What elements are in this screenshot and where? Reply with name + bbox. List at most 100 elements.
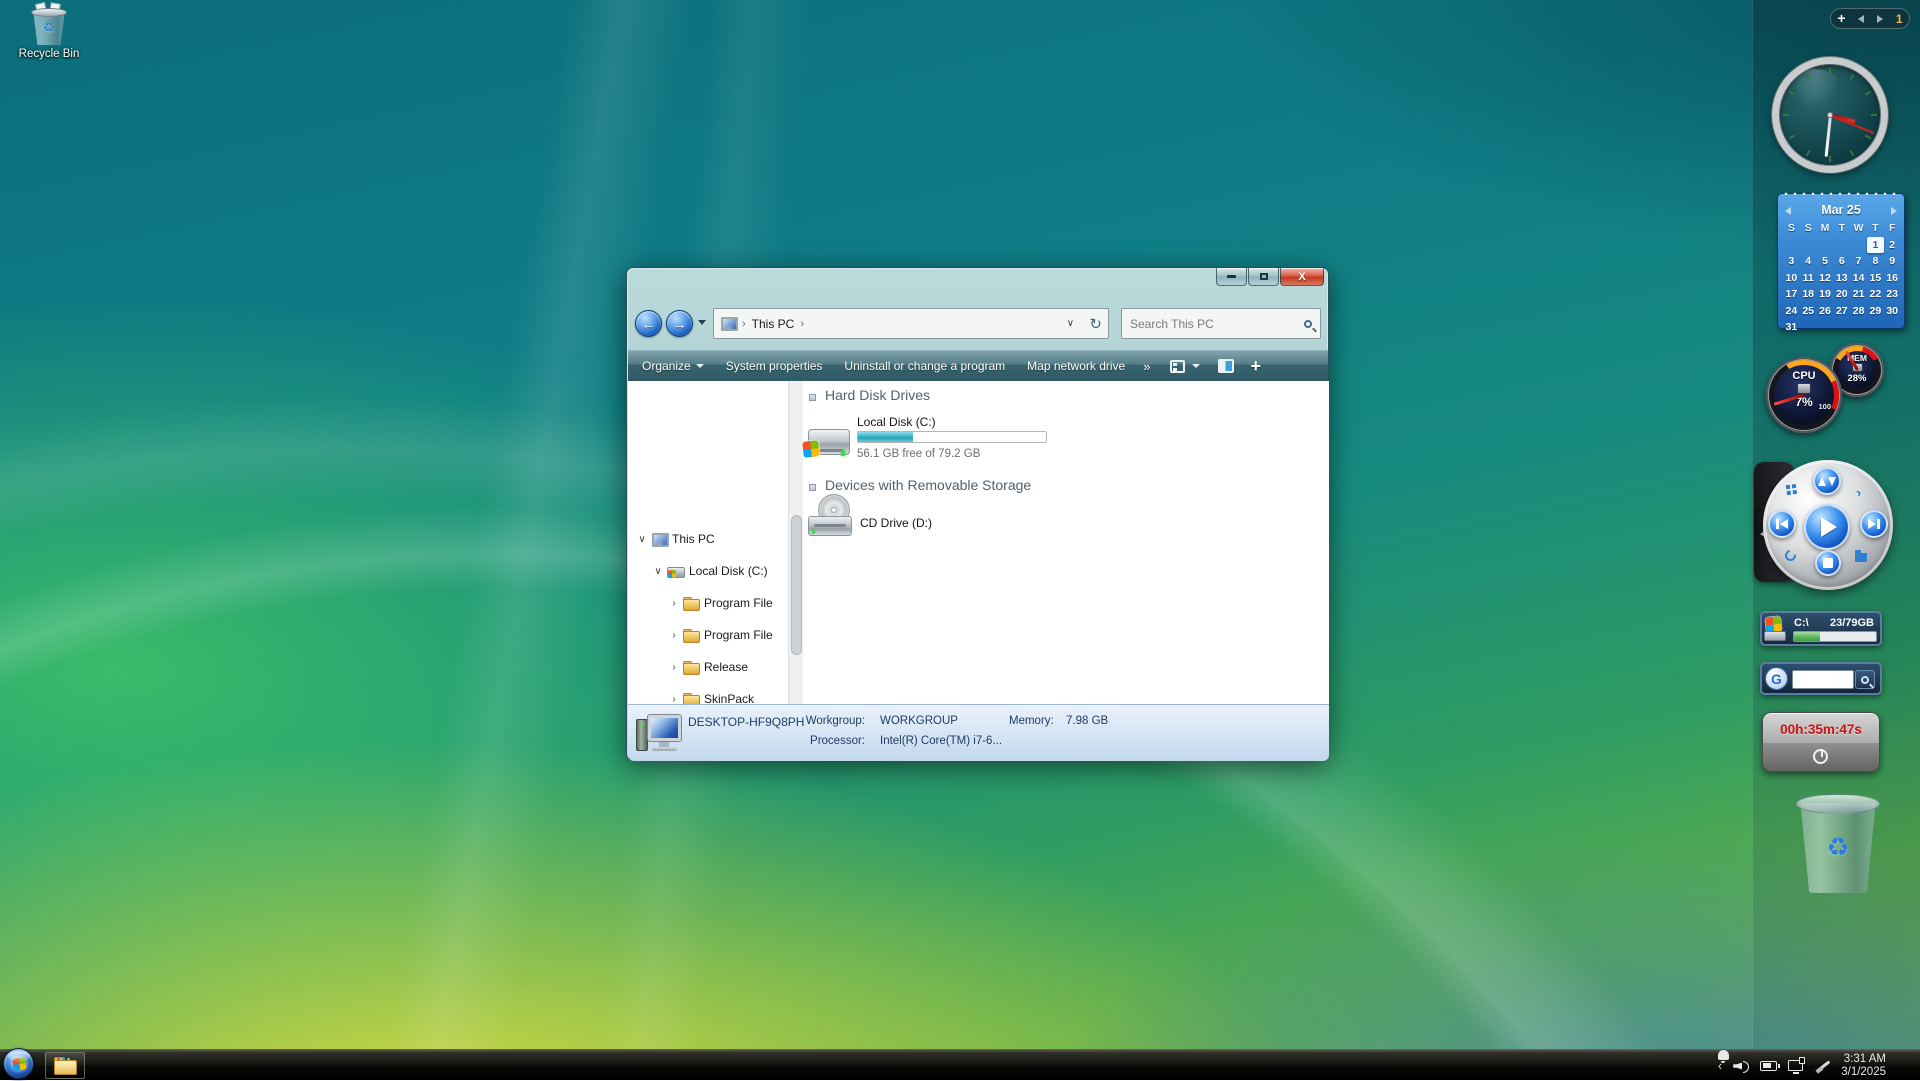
- clock-pivot: [1827, 112, 1833, 118]
- cpu-gauge-gadget[interactable]: CPU 7% 100: [1766, 357, 1842, 433]
- group-collapse-icon[interactable]: [809, 484, 816, 491]
- prev-page-icon[interactable]: [1858, 15, 1864, 23]
- power-icon[interactable]: [1813, 749, 1828, 764]
- scrollbar-thumb[interactable]: [791, 515, 802, 655]
- playlist-grid-icon[interactable]: [1786, 485, 1791, 490]
- calendar-day: 7: [1850, 253, 1867, 270]
- local-disk-icon[interactable]: [804, 423, 852, 465]
- memory-label: Memory:: [1009, 715, 1054, 727]
- pen-slash-icon[interactable]: [1814, 1059, 1830, 1073]
- cd-drive-icon[interactable]: [806, 494, 854, 540]
- taskbar-file-explorer-button[interactable]: [45, 1052, 85, 1079]
- minimize-button[interactable]: [1216, 268, 1247, 286]
- drive-name[interactable]: Local Disk (C:): [857, 415, 936, 429]
- drive-free-space: 56.1 GB free of 79.2 GB: [857, 448, 980, 460]
- group-header-hdd[interactable]: Hard Disk Drives: [825, 387, 930, 403]
- tree-item-release[interactable]: › Release: [668, 656, 748, 678]
- taskbar-clock[interactable]: 3:31 AM 3/1/2025: [1841, 1053, 1886, 1079]
- desktop-icon-recycle-bin[interactable]: ♻ Recycle Bin: [10, 6, 88, 60]
- next-track-button[interactable]: [1860, 510, 1888, 538]
- expander-icon[interactable]: ›: [668, 630, 680, 641]
- expander-icon[interactable]: ›: [668, 694, 680, 705]
- start-button[interactable]: [3, 1048, 34, 1079]
- address-dropdown-icon[interactable]: ∨: [1064, 318, 1076, 329]
- previous-track-button[interactable]: [1768, 510, 1796, 538]
- expander-icon[interactable]: ›: [668, 662, 680, 673]
- system-properties-button[interactable]: System properties: [726, 359, 823, 373]
- repeat-icon[interactable]: [1783, 548, 1798, 563]
- crumb-separator[interactable]: ›: [800, 318, 804, 330]
- shuffle-button[interactable]: [1813, 467, 1841, 495]
- page-number: 1: [1896, 12, 1903, 26]
- tree-scrollbar[interactable]: [788, 381, 803, 704]
- open-folder-icon[interactable]: [1855, 553, 1867, 562]
- group-collapse-icon[interactable]: [809, 394, 816, 401]
- refresh-icon[interactable]: ↻: [1089, 315, 1102, 333]
- display-network-icon[interactable]: [1788, 1060, 1803, 1071]
- play-button[interactable]: [1804, 504, 1850, 550]
- help-button[interactable]: +: [1250, 356, 1261, 377]
- calendar-day: [1833, 319, 1850, 336]
- address-bar[interactable]: › This PC › ∨ ↻: [713, 308, 1109, 339]
- tree-item-program-files[interactable]: › Program File: [668, 592, 773, 614]
- drive-usage: 23/79GB: [1830, 617, 1874, 629]
- group-header-removable[interactable]: Devices with Removable Storage: [825, 477, 1031, 493]
- recycle-bin-gadget[interactable]: ♻: [1794, 790, 1882, 896]
- change-view-button[interactable]: [1170, 360, 1185, 373]
- calendar-day: 13: [1833, 270, 1850, 287]
- tree-label: Program File: [704, 628, 773, 642]
- breadcrumb[interactable]: This PC: [752, 317, 795, 331]
- tree-item-skinpack[interactable]: › SkinPack: [668, 688, 754, 704]
- history-dropdown-icon[interactable]: [698, 320, 706, 325]
- maximize-button[interactable]: [1248, 268, 1279, 286]
- mem-value: 28%: [1847, 373, 1866, 384]
- map-network-drive-button[interactable]: Map network drive: [1027, 359, 1125, 373]
- battery-icon[interactable]: [1760, 1061, 1777, 1071]
- calendar-gadget[interactable]: Mar 25 S S M T W T F 1 2 3 4 5 6 7 8 9 1…: [1777, 193, 1905, 329]
- media-control-gadget[interactable]: ›: [1763, 460, 1893, 590]
- timer-gadget[interactable]: 00h:35m:47s: [1762, 712, 1880, 772]
- tree-item-local-disk[interactable]: ∨ Local Disk (C:): [652, 560, 768, 582]
- next-page-icon[interactable]: [1877, 15, 1883, 23]
- expander-icon[interactable]: ∨: [636, 534, 648, 545]
- cd-drive-name[interactable]: CD Drive (D:): [860, 516, 932, 530]
- computer-icon: [636, 711, 684, 757]
- day-header: M: [1817, 220, 1834, 237]
- calendar-day: [1817, 237, 1834, 254]
- search-box[interactable]: [1121, 308, 1321, 339]
- calendar-day: 3: [1783, 253, 1800, 270]
- close-icon: X: [1298, 271, 1305, 283]
- gadget-search-button[interactable]: [1855, 670, 1875, 689]
- orb-gloss: [8, 1051, 30, 1062]
- uninstall-program-button[interactable]: Uninstall or change a program: [844, 359, 1005, 373]
- window-body: ∨ This PC ∨ Local Disk (C:) › Program Fi…: [628, 381, 1329, 704]
- volume-icon[interactable]: [1733, 1060, 1749, 1072]
- tree-item-program-files-x86[interactable]: › Program File: [668, 624, 773, 646]
- drive-meter-gadget[interactable]: C:\ 23/79GB: [1760, 611, 1882, 646]
- calendar-day-selected[interactable]: 1: [1867, 237, 1884, 254]
- expander-icon[interactable]: ∨: [652, 566, 664, 577]
- view-dropdown-icon[interactable]: [1192, 364, 1200, 368]
- close-button[interactable]: X: [1280, 268, 1324, 286]
- stop-button[interactable]: [1815, 550, 1841, 576]
- gadget-search-input[interactable]: [1792, 670, 1854, 689]
- day-header: T: [1867, 220, 1884, 237]
- computer-icon: [651, 533, 667, 546]
- toolbar-overflow-button[interactable]: »: [1143, 359, 1150, 374]
- back-button[interactable]: ←: [635, 310, 662, 337]
- preview-pane-button[interactable]: [1218, 359, 1234, 373]
- eject-arrow-icon[interactable]: ›: [1853, 484, 1863, 501]
- calendar-day: 5: [1817, 253, 1834, 270]
- search-input[interactable]: [1130, 317, 1304, 331]
- search-gadget[interactable]: G: [1760, 662, 1882, 695]
- organize-button[interactable]: Organize: [642, 359, 704, 373]
- forward-button[interactable]: →: [666, 310, 693, 337]
- notifications-bell-icon[interactable]: [1898, 1059, 1910, 1072]
- magnifier-icon: [1861, 676, 1869, 684]
- calendar-day: 19: [1817, 286, 1834, 303]
- add-gadget-button[interactable]: +: [1837, 10, 1845, 26]
- minimize-icon: [1227, 275, 1236, 278]
- tree-item-this-pc[interactable]: ∨ This PC: [636, 528, 715, 550]
- clock-gadget[interactable]: [1772, 57, 1888, 173]
- expander-icon[interactable]: ›: [668, 598, 680, 609]
